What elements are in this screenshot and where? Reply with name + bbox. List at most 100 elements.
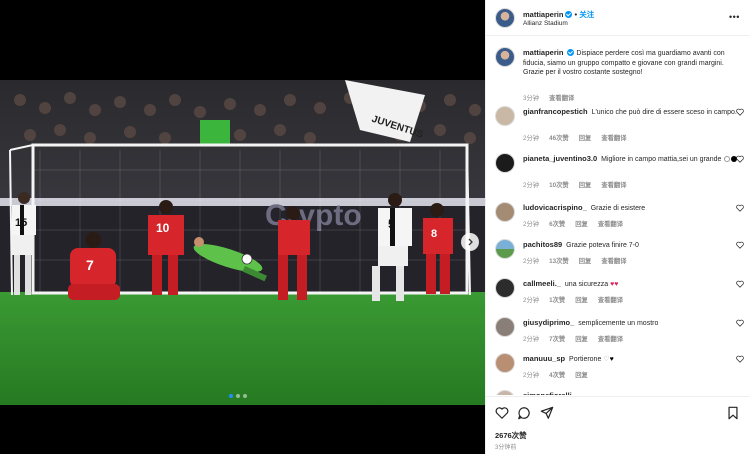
- like-heart-icon[interactable]: [736, 355, 744, 363]
- translate-link[interactable]: 查看翻译: [598, 221, 623, 228]
- caption-time: 3分钟: [523, 95, 540, 102]
- comment-body: simonefiorelli: [523, 391, 738, 395]
- post-likes-count[interactable]: 2676次赞: [495, 430, 527, 441]
- like-heart-icon[interactable]: [736, 155, 744, 163]
- next-image-button[interactable]: [461, 233, 479, 251]
- comment-username[interactable]: callmeeli._: [523, 279, 561, 288]
- like-heart-icon[interactable]: [736, 241, 744, 249]
- comment-time: 2分钟: [523, 182, 540, 189]
- comment-likes[interactable]: 4次赞: [549, 372, 565, 379]
- translate-link[interactable]: 查看翻译: [598, 297, 623, 304]
- verified-badge-icon: [567, 49, 575, 56]
- follow-button[interactable]: 关注: [579, 10, 594, 19]
- ball: [241, 253, 253, 265]
- white-circle-emoji-icon: [724, 156, 731, 162]
- comment-text: L'unico che può dire di essere sceso in …: [591, 109, 737, 116]
- comment-text: semplicemente un mostro: [578, 320, 659, 327]
- like-heart-icon[interactable]: [736, 319, 744, 327]
- post-side-panel: mattiaperin • 关注 Allianz Stadium ••• mat…: [485, 0, 750, 454]
- comment-username[interactable]: manuuu_sp: [523, 354, 565, 363]
- bookmark-icon[interactable]: [726, 406, 740, 420]
- comment-time: 2分钟: [523, 135, 540, 142]
- comment-avatar[interactable]: [495, 202, 515, 222]
- carousel-dot: [243, 394, 247, 398]
- reply-button[interactable]: 回复: [575, 336, 588, 343]
- comment-avatar[interactable]: [495, 153, 515, 173]
- reply-button[interactable]: 回复: [575, 221, 588, 228]
- post-location[interactable]: Allianz Stadium: [523, 20, 568, 27]
- comment-avatar[interactable]: [495, 317, 515, 337]
- comment-body: giusydiprimo_ semplicemente un mostro: [523, 318, 738, 329]
- caption-username[interactable]: mattiaperin: [523, 48, 563, 57]
- jersey-number-7: 7: [86, 257, 94, 273]
- author-username[interactable]: mattiaperin: [523, 10, 563, 19]
- jersey-number-15: 15: [15, 217, 27, 229]
- comment-avatar[interactable]: [495, 106, 515, 126]
- comment-likes[interactable]: 1次赞: [549, 297, 565, 304]
- translate-link[interactable]: 查看翻译: [601, 258, 626, 265]
- comment-username[interactable]: gianfrancopestich: [523, 107, 588, 116]
- comment-text: una sicurezza: [564, 281, 609, 288]
- carousel-dot: [229, 394, 233, 398]
- comment-likes[interactable]: 10次赞: [549, 182, 569, 189]
- author-username-row: mattiaperin • 关注: [523, 9, 594, 20]
- football-photo: JUVENTUS Crypto 15 10 5 8 7: [0, 80, 485, 405]
- reply-button[interactable]: 回复: [579, 258, 592, 265]
- comment-body: callmeeli._ una sicurezza ♥♥: [523, 279, 738, 290]
- comment-username[interactable]: pianeta_juventino3.0: [523, 154, 597, 163]
- comment-likes[interactable]: 46次赞: [549, 135, 569, 142]
- comment-body: pianeta_juventino3.0 Migliore in campo m…: [523, 154, 738, 165]
- author-avatar[interactable]: [495, 8, 515, 28]
- comments-list[interactable]: mattiaperin Dispiace perdere così ma gua…: [486, 37, 750, 395]
- comment-avatar[interactable]: [495, 353, 515, 373]
- share-send-icon[interactable]: [540, 406, 554, 420]
- translate-link[interactable]: 查看翻译: [601, 182, 626, 189]
- comment-likes[interactable]: 6次赞: [549, 221, 565, 228]
- reply-button[interactable]: 回复: [579, 135, 592, 142]
- comment-username[interactable]: pachitos89: [523, 240, 562, 249]
- comment-meta: 2分钟 46次赞 回复 查看翻译: [523, 133, 637, 142]
- comment-avatar[interactable]: [495, 278, 515, 298]
- comment-username[interactable]: giusydiprimo_: [523, 318, 574, 327]
- comment-body: ludovicacrispino_ Grazie di esistere: [523, 203, 738, 214]
- red-heart-emoji-icon: ♥♥: [610, 281, 619, 288]
- comment-body: manuuu_sp Portierone ♡♥: [523, 354, 738, 365]
- jersey-number-5: 5: [388, 217, 395, 231]
- comment-meta: 2分钟 13次赞 回复 查看翻译: [523, 256, 637, 265]
- comment-meta: 2分钟 10次赞 回复 查看翻译: [523, 180, 637, 189]
- caption-translate-link[interactable]: 查看翻译: [549, 95, 574, 102]
- comment-avatar[interactable]: [495, 239, 515, 259]
- comment-likes[interactable]: 13次赞: [549, 258, 569, 265]
- like-heart-icon[interactable]: [495, 406, 509, 420]
- carousel-indicator: [229, 394, 247, 398]
- comment-time: 2分钟: [523, 372, 540, 379]
- post-media-area: JUVENTUS Crypto 15 10 5 8 7: [0, 0, 485, 454]
- like-heart-icon[interactable]: [736, 204, 744, 212]
- reply-button[interactable]: 回复: [575, 297, 588, 304]
- comment-username[interactable]: ludovicacrispino_: [523, 203, 587, 212]
- like-heart-icon[interactable]: [736, 108, 744, 116]
- caption-avatar[interactable]: [495, 47, 515, 67]
- comment-text: Migliore in campo mattia,sei un grande: [601, 156, 722, 163]
- post-timestamp: 3分钟前: [495, 445, 517, 451]
- comment-text: Portierone: [569, 356, 602, 363]
- comment-text: Grazie poteva finire 7-0: [566, 242, 639, 249]
- comment-likes[interactable]: 7次赞: [549, 336, 565, 343]
- header-separator: •: [574, 10, 578, 19]
- post-photo[interactable]: JUVENTUS Crypto 15 10 5 8 7: [0, 80, 485, 405]
- comment-text: Grazie di esistere: [590, 205, 646, 212]
- comment-avatar[interactable]: [495, 390, 515, 395]
- post-header: mattiaperin • 关注 Allianz Stadium •••: [486, 0, 750, 36]
- translate-link[interactable]: 查看翻译: [598, 336, 623, 343]
- translate-link[interactable]: 查看翻译: [601, 135, 626, 142]
- reply-button[interactable]: 回复: [575, 372, 588, 379]
- more-options-icon[interactable]: •••: [729, 12, 740, 22]
- comment-time: 2分钟: [523, 297, 540, 304]
- verified-badge-icon: [565, 11, 573, 18]
- comment-time: 2分钟: [523, 336, 540, 343]
- caption-meta: 3分钟 查看翻译: [523, 93, 584, 102]
- comment-username[interactable]: simonefiorelli: [523, 391, 572, 395]
- comment-icon[interactable]: [517, 406, 531, 420]
- reply-button[interactable]: 回复: [579, 182, 592, 189]
- like-heart-icon[interactable]: [736, 280, 744, 288]
